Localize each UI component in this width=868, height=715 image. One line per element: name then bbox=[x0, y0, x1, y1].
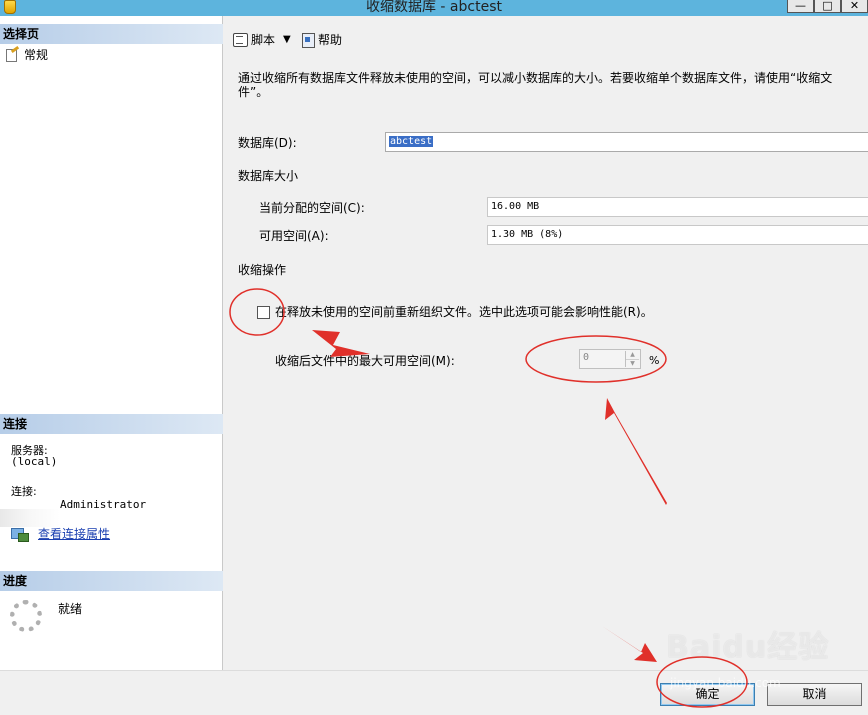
progress-spinner-icon bbox=[10, 600, 42, 632]
database-label: 数据库(D): bbox=[238, 136, 297, 150]
title-bar: 收缩数据库 - abctest — □ ✕ bbox=[0, 0, 868, 16]
shrink-action-header: 收缩操作 bbox=[238, 263, 287, 277]
help-button[interactable]: 帮助 bbox=[300, 32, 343, 48]
description-text: 通过收缩所有数据库文件释放未使用的空间，可以减小数据库的大小。若要收缩单个数据库… bbox=[238, 71, 833, 99]
connection-value: Administrator bbox=[60, 498, 147, 511]
reorganize-label[interactable]: 在释放未使用的空间前重新组织文件。选中此选项可能会影响性能(R)。 bbox=[275, 305, 653, 319]
max-free-stepper[interactable]: 0 ▲ ▼ bbox=[579, 349, 641, 369]
stepper-up-icon[interactable]: ▲ bbox=[626, 351, 639, 359]
database-field[interactable]: abctest bbox=[385, 132, 868, 152]
connection-label: 连接: bbox=[11, 485, 37, 498]
stepper-buttons[interactable]: ▲ ▼ bbox=[625, 351, 639, 367]
close-button[interactable]: ✕ bbox=[841, 0, 868, 13]
minimize-button[interactable]: — bbox=[787, 0, 814, 13]
reorganize-checkbox[interactable] bbox=[257, 306, 270, 319]
baidu-watermark-url: jingyan.baidu.com bbox=[670, 676, 781, 690]
page-general[interactable]: 常规 bbox=[4, 46, 48, 63]
cancel-button[interactable]: 取消 bbox=[767, 683, 862, 706]
left-pane: 选择页 常规 连接 服务器: (local) 连接: Administrator… bbox=[0, 16, 223, 670]
chevron-down-icon[interactable]: ▼ bbox=[283, 33, 291, 47]
stepper-down-icon[interactable]: ▼ bbox=[626, 359, 639, 367]
window-title: 收缩数据库 - abctest bbox=[365, 0, 502, 15]
db-size-header: 数据库大小 bbox=[238, 169, 299, 183]
page-general-label: 常规 bbox=[24, 48, 49, 62]
help-icon bbox=[300, 32, 316, 48]
script-icon bbox=[231, 32, 249, 47]
max-free-value: 0 bbox=[583, 352, 590, 363]
max-free-label: 收缩后文件中的最大可用空间(M): bbox=[275, 354, 455, 368]
script-label: 脚本 bbox=[251, 32, 276, 47]
database-value: abctest bbox=[389, 136, 434, 147]
properties-icon bbox=[4, 48, 20, 62]
connection-header: 连接 bbox=[0, 414, 223, 434]
allocated-field: 16.00 MB bbox=[487, 197, 868, 217]
max-free-unit: % bbox=[649, 354, 660, 367]
maximize-button[interactable]: □ bbox=[814, 0, 841, 13]
view-connection-properties[interactable]: 查看连接属性 bbox=[11, 525, 110, 542]
available-label: 可用空间(A): bbox=[259, 229, 329, 243]
progress-status: 就绪 bbox=[58, 602, 83, 616]
baidu-watermark: Baidu经验 bbox=[666, 630, 830, 665]
allocated-label: 当前分配的空间(C): bbox=[259, 201, 365, 215]
connection-properties-icon bbox=[11, 527, 29, 542]
available-field: 1.30 MB (8%) bbox=[487, 225, 868, 245]
shrink-form: 通过收缩所有数据库文件释放未使用的空间，可以减小数据库的大小。若要收缩单个数据库… bbox=[224, 66, 868, 670]
server-value: (local) bbox=[11, 455, 58, 468]
script-button[interactable]: 脚本 ▼ bbox=[231, 32, 291, 47]
view-connection-properties-link[interactable]: 查看连接属性 bbox=[38, 525, 110, 542]
help-label: 帮助 bbox=[318, 32, 343, 47]
progress-header: 进度 bbox=[0, 571, 223, 591]
toolbar: 脚本 ▼ 帮助 bbox=[224, 16, 868, 66]
select-page-header: 选择页 bbox=[0, 24, 223, 44]
